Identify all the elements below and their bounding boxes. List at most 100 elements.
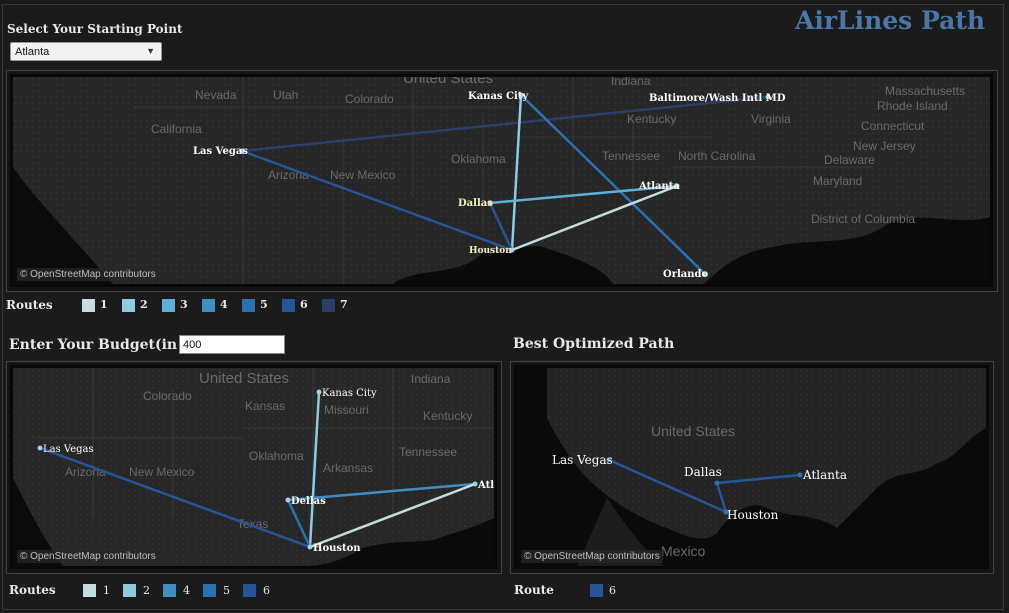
state-label: Colorado (143, 389, 192, 403)
legend-swatch[interactable] (83, 584, 96, 597)
legend-swatch[interactable] (203, 584, 216, 597)
top-routes-legend: Routes 1 2 3 4 5 6 7 (6, 296, 406, 316)
chevron-down-icon: ▼ (146, 46, 155, 56)
legend-title: Route (514, 583, 554, 597)
legend-label: 6 (609, 584, 616, 597)
state-label: District of Columbia (811, 212, 915, 226)
state-label: Kentucky (423, 409, 472, 423)
legend-swatch[interactable] (82, 299, 95, 312)
map-attribution[interactable]: © OpenStreetMap contributors (17, 550, 159, 563)
legend-swatch[interactable] (162, 299, 175, 312)
city-point[interactable] (472, 481, 478, 487)
city-label: Atlanta (638, 181, 680, 192)
map-attribution[interactable]: © OpenStreetMap contributors (521, 550, 663, 563)
state-label: Arizona (65, 465, 106, 479)
legend-label: 7 (340, 298, 348, 311)
city-point[interactable] (285, 497, 291, 503)
legend-label: 6 (263, 584, 270, 597)
starting-point-select[interactable]: Atlanta ▼ (10, 42, 162, 61)
city-label: Baltimore/Wash Intl MD (649, 93, 786, 104)
legend-swatch[interactable] (123, 584, 136, 597)
state-label: Tennessee (602, 149, 660, 163)
state-label: Delaware (824, 153, 875, 167)
city-point[interactable] (316, 389, 322, 395)
state-label: Massachusetts (885, 84, 965, 98)
budget-route-map[interactable]: United States Indiana Colorado Kansas Mi… (10, 365, 497, 569)
state-label: Maryland (813, 174, 862, 188)
state-label: United States (199, 370, 289, 387)
optimized-map-canvas: United States Mexico Las Vegas Dallas At… (547, 368, 986, 566)
top-route-map[interactable]: Nevada Utah Colorado United States India… (10, 74, 993, 287)
map-attribution[interactable]: © OpenStreetMap contributors (17, 268, 159, 281)
best-path-label: Best Optimized Path (513, 336, 675, 352)
legend-title: Routes (6, 298, 53, 312)
state-label: United States (403, 77, 493, 87)
state-label: Oklahoma (249, 449, 304, 463)
legend-label: 3 (180, 298, 188, 311)
state-label: Kentucky (627, 112, 676, 126)
state-label: Mexico (661, 543, 706, 559)
city-label: Houston (727, 508, 779, 522)
state-label: Utah (273, 88, 298, 102)
state-label: Indiana (411, 372, 451, 386)
budget-map-canvas: United States Indiana Colorado Kansas Mi… (13, 368, 494, 566)
city-label: Dallas (684, 465, 722, 479)
city-point[interactable] (37, 445, 43, 451)
legend-label: 5 (223, 584, 230, 597)
legend-label: 2 (140, 298, 148, 311)
legend-swatch[interactable] (202, 299, 215, 312)
state-label: Rhode Island (877, 99, 948, 113)
state-label: New Mexico (330, 168, 396, 182)
state-label: North Carolina (678, 149, 756, 163)
legend-swatch[interactable] (122, 299, 135, 312)
city-point[interactable] (307, 544, 313, 550)
state-label: New Mexico (129, 465, 195, 479)
legend-label: 1 (103, 584, 110, 597)
legend-label: 4 (183, 584, 190, 597)
state-label: Nevada (195, 88, 237, 102)
state-label: Oklahoma (451, 152, 506, 166)
city-label: Houston (469, 246, 512, 256)
state-label: Colorado (345, 92, 394, 106)
city-point[interactable] (714, 480, 720, 486)
city-label: Las Vegas (552, 453, 613, 467)
city-label: Dallas (458, 198, 493, 209)
legend-title: Routes (9, 583, 56, 597)
legend-label: 1 (100, 298, 108, 311)
state-label: United States (651, 423, 735, 439)
state-label: Arizona (268, 168, 309, 182)
city-label: Orlando (663, 269, 709, 280)
budget-routes-legend: Routes 1 2 4 5 6 (9, 581, 309, 601)
legend-swatch[interactable] (242, 299, 255, 312)
legend-swatch[interactable] (163, 584, 176, 597)
city-label: Atlanta (802, 468, 847, 482)
optimized-route-legend: Route 6 (514, 581, 664, 601)
state-label: Indiana (611, 77, 651, 88)
city-label: Kanas City (468, 91, 529, 102)
budget-input[interactable] (179, 335, 285, 354)
legend-label: 5 (260, 298, 268, 311)
legend-swatch[interactable] (243, 584, 256, 597)
optimized-route-map[interactable]: United States Mexico Las Vegas Dallas At… (514, 365, 989, 569)
starting-point-value: Atlanta (15, 46, 50, 58)
city-label: Atla (477, 480, 494, 491)
top-map-canvas: Nevada Utah Colorado United States India… (13, 77, 990, 284)
state-label: New Jersey (853, 139, 916, 153)
state-label: Tennessee (399, 445, 457, 459)
state-label: Arkansas (323, 461, 373, 475)
state-label: Connecticut (861, 119, 925, 133)
legend-label: 4 (220, 298, 228, 311)
city-point[interactable] (797, 472, 803, 478)
state-label: Kansas (245, 399, 285, 413)
city-label: Kanas City (322, 388, 377, 399)
state-label: Missouri (324, 403, 369, 417)
state-label: Virginia (751, 112, 791, 126)
city-label: Houston (313, 543, 361, 554)
starting-point-label: Select Your Starting Point (7, 22, 183, 36)
legend-swatch[interactable] (322, 299, 335, 312)
legend-swatch[interactable] (282, 299, 295, 312)
budget-label: Enter Your Budget(in $) (9, 337, 199, 353)
city-label: Las Vegas (43, 444, 94, 455)
legend-swatch[interactable] (590, 584, 603, 597)
state-label: California (151, 122, 202, 136)
